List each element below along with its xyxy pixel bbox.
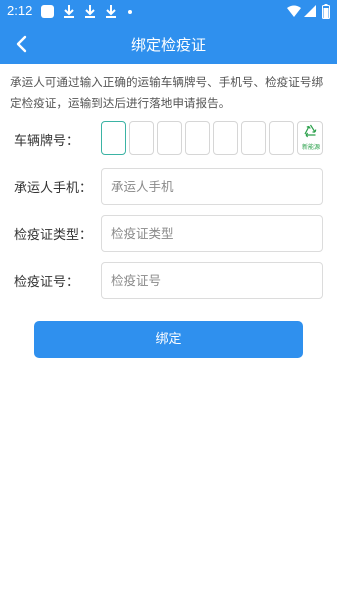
phone-field xyxy=(101,168,323,205)
new-energy-toggle[interactable]: 新能源 xyxy=(297,121,323,155)
download-icon xyxy=(106,5,116,18)
download-icon xyxy=(64,5,74,18)
plate-cell[interactable] xyxy=(185,121,210,155)
cert-type-label: 检疫证类型： xyxy=(14,228,93,243)
status-bar: 2:12 xyxy=(0,0,337,24)
plate-cell[interactable] xyxy=(213,121,238,155)
page-title: 绑定检疫证 xyxy=(130,36,206,54)
notification-app-icon xyxy=(41,5,54,18)
cert-number-input[interactable] xyxy=(111,263,316,298)
plate-label: 车辆牌号： xyxy=(14,134,80,149)
cert-type-input[interactable] xyxy=(111,216,316,251)
more-notifications-dot-icon xyxy=(128,10,132,14)
cert-number-label: 检疫证号： xyxy=(14,275,80,290)
plate-cell[interactable] xyxy=(101,121,126,155)
cert-number-field xyxy=(101,262,323,299)
plate-cell[interactable] xyxy=(269,121,294,155)
status-time: 2:12 xyxy=(7,3,33,18)
plate-cell[interactable] xyxy=(241,121,266,155)
new-energy-label: 新能源 xyxy=(301,144,320,151)
plate-cell[interactable] xyxy=(129,121,154,155)
intro-text: 承运人可通过输入正确的运输车辆牌号、手机号、检疫证号绑定检疫证，运输到达后进行落… xyxy=(10,75,324,110)
phone-input[interactable] xyxy=(111,169,316,204)
download-icon xyxy=(85,5,95,18)
bind-button[interactable]: 绑定 xyxy=(34,321,303,358)
phone-label: 承运人手机： xyxy=(14,181,93,196)
recycle-icon xyxy=(304,124,317,138)
app-bar: 绑定检疫证 xyxy=(0,24,337,64)
cert-type-field xyxy=(101,215,323,252)
signal-icon xyxy=(304,5,316,17)
battery-icon xyxy=(322,4,330,19)
wifi-icon xyxy=(287,5,301,17)
plate-cell[interactable] xyxy=(157,121,182,155)
